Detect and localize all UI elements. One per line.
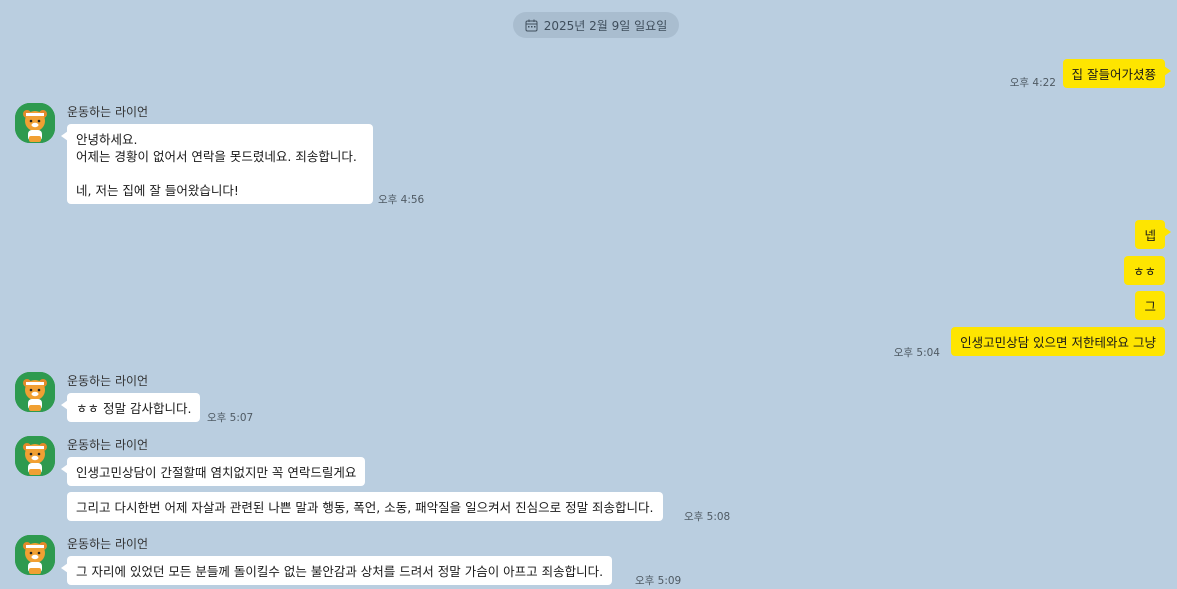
- ryan-character-icon: [15, 103, 55, 143]
- message-time: 오후 5:04: [893, 347, 940, 359]
- my-message-bubble[interactable]: ㅎㅎ: [1123, 256, 1165, 285]
- ryan-character-icon: [15, 535, 55, 575]
- sender-name: 운동하는 라이언: [67, 105, 149, 119]
- message-time: 오후 5:09: [635, 575, 682, 587]
- avatar[interactable]: [15, 436, 55, 476]
- avatar[interactable]: [15, 103, 55, 143]
- their-message-bubble[interactable]: ㅎㅎ 정말 감사합니다.: [60, 393, 201, 422]
- ryan-character-icon: [15, 372, 55, 412]
- ryan-character-icon: [15, 436, 55, 476]
- date-divider: 2025년 2월 9일 일요일: [513, 12, 679, 38]
- my-message-bubble[interactable]: 그: [1135, 291, 1165, 320]
- their-message-bubble[interactable]: 안녕하세요. 어제는 경황이 없어서 연락을 못드렸네요. 죄송합니다. 네, …: [61, 124, 373, 204]
- avatar[interactable]: [15, 372, 55, 412]
- message-time: 오후 5:08: [684, 511, 731, 523]
- their-message-bubble[interactable]: 그리고 다시한번 어제 자살과 관련된 나쁜 말과 행동, 폭언, 소동, 패악…: [67, 492, 663, 521]
- message-time: 오후 5:07: [207, 412, 254, 424]
- their-message-bubble[interactable]: 인생고민상담이 간절할때 염치없지만 꼭 연락드릴게요: [60, 457, 366, 486]
- message-time: 오후 4:56: [378, 194, 425, 206]
- my-message-bubble[interactable]: 넵: [1135, 220, 1171, 249]
- my-message-bubble[interactable]: 집 잘들어가셨쭁: [1062, 59, 1172, 88]
- sender-name: 운동하는 라이언: [67, 374, 149, 388]
- their-message-bubble[interactable]: 그 자리에 있었던 모든 분들께 돌이킬수 없는 불안감과 상처를 드려서 정말…: [60, 556, 613, 585]
- my-message-bubble[interactable]: 인생고민상담 있으면 저한테와요 그냥: [951, 327, 1165, 356]
- message-time: 오후 4:22: [1009, 77, 1056, 89]
- date-label: 2025년 2월 9일 일요일: [543, 18, 668, 33]
- avatar[interactable]: [15, 535, 55, 575]
- sender-name: 운동하는 라이언: [67, 438, 149, 452]
- sender-name: 운동하는 라이언: [67, 537, 149, 551]
- calendar-icon: [525, 19, 538, 32]
